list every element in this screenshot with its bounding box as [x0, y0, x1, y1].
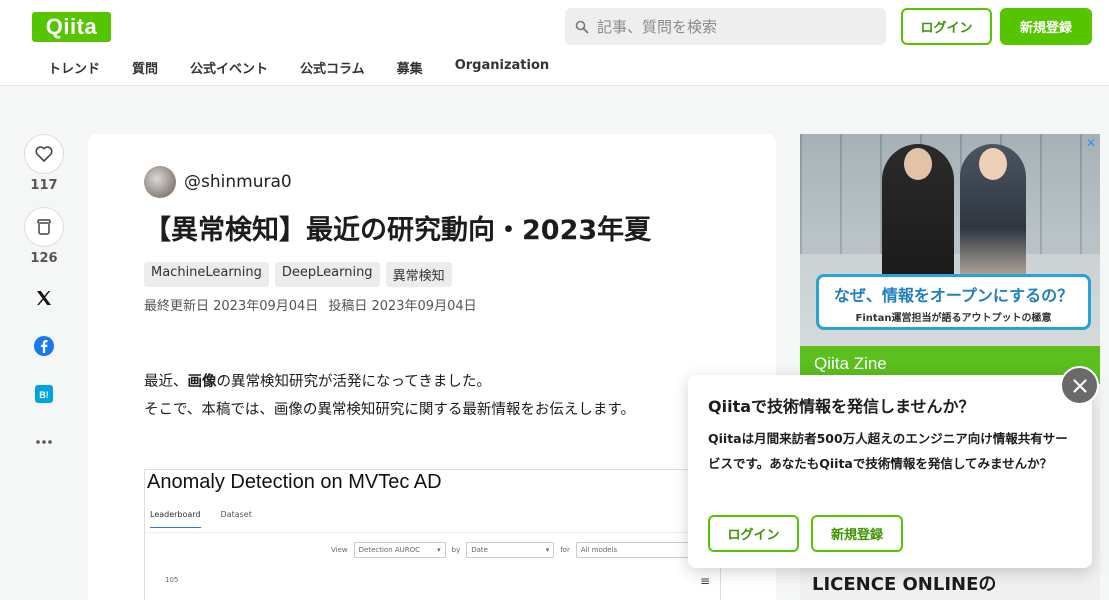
ad-person-right	[960, 144, 1026, 284]
figure-tab-dataset: Dataset	[220, 510, 252, 519]
x-share-button[interactable]	[24, 278, 64, 318]
popup-signup-button[interactable]: 新規登録	[811, 515, 903, 552]
ad2-text: LICENCE ONLINEの	[812, 574, 997, 595]
article-card: @shinmura0 【異常検知】最近の研究動向・2023年夏 MachineL…	[88, 134, 776, 600]
popup-title: Qiitaで技術情報を発信しませんか？	[708, 397, 975, 416]
article-dates: 最終更新日 2023年09月04日 投稿日 2023年09月04日	[144, 295, 477, 314]
nav-official-events[interactable]: 公式イベント	[174, 54, 284, 80]
search-icon	[575, 20, 589, 33]
stock-button[interactable]	[24, 207, 64, 247]
stock-count: 126	[30, 251, 58, 266]
more-options-button[interactable]	[24, 422, 64, 462]
qiita-logo[interactable]: Qiita	[32, 12, 111, 42]
figure-view-label: View	[331, 546, 348, 554]
hamburger-icon: ≡	[700, 574, 711, 588]
hatena-bookmark-icon: B!	[35, 385, 53, 403]
ad-banner: なぜ、情報をオープンにするの？ Fintan運営担当が語るアウトプットの極意	[816, 274, 1091, 330]
figure-for-label: for	[560, 546, 570, 554]
figure-tabs: Leaderboard Dataset	[150, 510, 252, 528]
header: Qiita ログイン 新規登録 トレンド 質問 公式イベント 公式コラム 募集 …	[0, 0, 1109, 86]
tag-deep-learning[interactable]: DeepLearning	[274, 262, 380, 287]
signup-button[interactable]: 新規登録	[1000, 8, 1092, 45]
like-button[interactable]	[24, 134, 64, 174]
popup-body: Qiitaは月間来訪者500万人超えのエンジニア向け情報共有サービスです。あなた…	[708, 431, 1068, 471]
heart-icon	[35, 146, 53, 162]
nav-recruitment[interactable]: 募集	[381, 54, 439, 80]
figure-controls: View Detection AUROC ▾ by Date ▾ for All m…	[331, 542, 720, 558]
article-title: 【異常検知】最近の研究動向・2023年夏	[144, 215, 652, 246]
hatena-bookmark-button[interactable]: B!	[24, 374, 64, 414]
article-body: 最近、画像の異常検知研究が活発になってきました。 そこで、本稿では、画像の異常検…	[144, 368, 635, 424]
x-logo-icon	[37, 291, 51, 305]
updated-date: 最終更新日 2023年09月04日	[144, 299, 319, 314]
nav-questions[interactable]: 質問	[116, 54, 174, 80]
popup-login-button[interactable]: ログイン	[708, 515, 799, 552]
figure-title: Anomaly Detection on MVTec AD	[147, 471, 442, 493]
figure-by-select: Date ▾	[466, 542, 555, 558]
figure-by-label: by	[451, 546, 461, 554]
nav-official-columns[interactable]: 公式コラム	[284, 54, 381, 80]
figure-tab-leaderboard: Leaderboard	[150, 510, 201, 528]
signup-popup: Qiitaで技術情報を発信しませんか？ Qiitaは月間来訪者500万人超えのエ…	[688, 375, 1092, 568]
paragraph-1: 最近、画像の異常検知研究が活発になってきました。	[144, 374, 491, 390]
nav-organization[interactable]: Organization	[439, 54, 565, 80]
svg-text:B!: B!	[39, 390, 49, 400]
facebook-share-button[interactable]	[24, 326, 64, 366]
ad-person-left	[882, 144, 954, 284]
tag-machine-learning[interactable]: MachineLearning	[144, 262, 269, 287]
ad-subline: Fintan運営担当が語るアウトプットの極意	[855, 313, 1052, 324]
figure-y-tick: 105	[165, 576, 179, 584]
posted-date: 投稿日 2023年09月04日	[328, 299, 477, 314]
like-count: 117	[30, 178, 58, 193]
avatar[interactable]	[144, 166, 176, 198]
stock-icon	[37, 219, 51, 235]
bold-text: 画像	[187, 374, 217, 390]
author[interactable]: @shinmura0	[144, 166, 292, 198]
more-icon	[36, 440, 52, 444]
tag-list: MachineLearning DeepLearning 異常検知	[144, 262, 452, 287]
search-box[interactable]	[565, 8, 886, 45]
popup-close-button[interactable]	[1060, 366, 1099, 405]
tag-anomaly-detection[interactable]: 異常検知	[385, 262, 452, 287]
article-figure: Anomaly Detection on MVTec AD Leaderboar…	[144, 469, 721, 600]
ad-headline: なぜ、情報をオープンにするの？	[833, 286, 1074, 305]
figure-view-select: Detection AUROC ▾	[353, 542, 446, 558]
login-button[interactable]: ログイン	[901, 8, 992, 45]
sidebar-ad[interactable]: ✕ なぜ、情報をオープンにするの？ Fintan運営担当が語るアウトプットの極意…	[800, 134, 1100, 384]
figure-divider	[145, 532, 720, 533]
paragraph-2: そこで、本稿では、画像の異常検知研究に関する最新情報をお伝えします。	[144, 402, 635, 418]
author-name[interactable]: @shinmura0	[184, 172, 292, 192]
close-icon	[1072, 378, 1087, 393]
ad-close-icon[interactable]: ✕	[1086, 136, 1096, 150]
action-sidebar: 117 126 B!	[24, 134, 64, 462]
search-input[interactable]	[597, 17, 867, 36]
facebook-icon	[34, 336, 54, 356]
nav-trend[interactable]: トレンド	[32, 54, 116, 80]
main-nav: トレンド 質問 公式イベント 公式コラム 募集 Organization	[32, 54, 565, 80]
